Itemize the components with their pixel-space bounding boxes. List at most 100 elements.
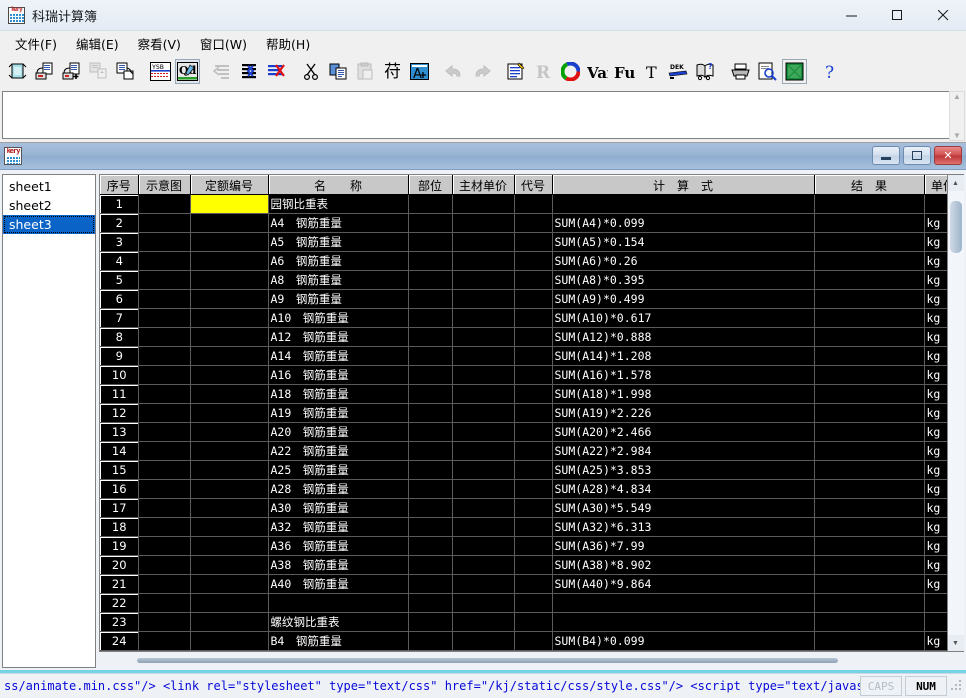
scroll-up-arrow[interactable]: ▲ [953,92,961,101]
cell-code[interactable] [190,632,268,651]
cell-sketch[interactable] [138,309,190,328]
cell-result[interactable] [814,347,924,366]
table-row[interactable]: 22 [100,594,947,613]
grid-horizontal-scrollbar[interactable] [99,654,964,668]
cell-sketch[interactable] [138,651,190,652]
cell-expression[interactable]: SUM(A25)*3.853 [552,461,814,480]
cell-part[interactable] [408,499,452,518]
cell-price[interactable] [452,233,514,252]
cell-sketch[interactable] [138,537,190,556]
cell-price[interactable] [452,461,514,480]
paste-icon[interactable] [353,59,378,84]
cell-result[interactable] [814,214,924,233]
cell-mark[interactable] [514,518,552,537]
cell-price[interactable] [452,252,514,271]
cell-price[interactable] [452,632,514,651]
row-header[interactable]: 9 [100,347,138,366]
cell-sketch[interactable] [138,214,190,233]
new-document-icon[interactable] [5,59,30,84]
minimize-button[interactable] [828,0,874,30]
cell-expression[interactable]: SUM(A38)*8.902 [552,556,814,575]
cell-name[interactable]: A10 钢筋重量 [268,309,408,328]
row-header[interactable]: 1 [100,195,138,214]
cell-unit[interactable]: kg [924,290,947,309]
table-row[interactable]: 3A5 钢筋重量SUM(A5)*0.154kg [100,233,947,252]
cell-sketch[interactable] [138,480,190,499]
cell-name[interactable]: A8 钢筋重量 [268,271,408,290]
row-header[interactable]: 16 [100,480,138,499]
cell-sketch[interactable] [138,499,190,518]
table-row[interactable]: 12A19 钢筋重量SUM(A19)*2.226kg [100,404,947,423]
cell-mark[interactable] [514,366,552,385]
cell-part[interactable] [408,480,452,499]
cell-result[interactable] [814,309,924,328]
cell-name[interactable]: A40 钢筋重量 [268,575,408,594]
cell-expression[interactable]: SUM(A20)*2.466 [552,423,814,442]
cell-expression[interactable]: SUM(A8)*0.395 [552,271,814,290]
cell-result[interactable] [814,404,924,423]
cell-expression[interactable]: SUM(A9)*0.499 [552,290,814,309]
cell-part[interactable] [408,195,452,214]
row-header[interactable]: 11 [100,385,138,404]
cell-code[interactable] [190,575,268,594]
collapse-rows-icon[interactable] [210,59,235,84]
cell-code[interactable] [190,423,268,442]
formula-editor[interactable]: ▲ ▼ [2,91,964,139]
table-row[interactable]: 25B5 钢筋重量SUM(B5)*0.154kg [100,651,947,652]
cell-expression[interactable] [552,613,814,632]
cell-result[interactable] [814,385,924,404]
cell-price[interactable] [452,347,514,366]
cell-unit[interactable]: kg [924,328,947,347]
cell-mark[interactable] [514,594,552,613]
cell-unit[interactable]: kg [924,442,947,461]
open-add-document-icon[interactable] [59,59,84,84]
cell-code[interactable] [190,537,268,556]
cell-code[interactable] [190,195,268,214]
child-close-button[interactable]: ✕ [934,146,962,165]
cell-code[interactable] [190,385,268,404]
cell-part[interactable] [408,271,452,290]
menu-item-file[interactable]: 文件(F) [6,31,67,56]
cell-expression[interactable]: SUM(A32)*6.313 [552,518,814,537]
cell-sketch[interactable] [138,461,190,480]
cell-part[interactable] [408,461,452,480]
cell-result[interactable] [814,537,924,556]
cell-result[interactable] [814,613,924,632]
cell-price[interactable] [452,328,514,347]
cell-unit[interactable] [924,613,947,632]
cell-mark[interactable] [514,613,552,632]
cell-price[interactable] [452,518,514,537]
cell-sketch[interactable] [138,632,190,651]
cell-unit[interactable]: kg [924,480,947,499]
cell-result[interactable] [814,233,924,252]
cell-mark[interactable] [514,290,552,309]
cell-result[interactable] [814,499,924,518]
cell-part[interactable] [408,575,452,594]
sheet-item-sheet2[interactable]: sheet2 [3,196,95,215]
function-icon[interactable]: Fun [612,59,637,84]
table-row[interactable]: 4A6 钢筋重量SUM(A6)*0.26kg [100,252,947,271]
cell-expression[interactable]: SUM(A40)*9.864 [552,575,814,594]
cell-name[interactable]: A16 钢筋重量 [268,366,408,385]
cell-name[interactable]: A5 钢筋重量 [268,233,408,252]
cell-sketch[interactable] [138,366,190,385]
table-row[interactable]: 16A28 钢筋重量SUM(A28)*4.834kg [100,480,947,499]
cell-part[interactable] [408,233,452,252]
cell-part[interactable] [408,518,452,537]
row-header[interactable]: 13 [100,423,138,442]
close-button[interactable] [920,0,966,30]
cell-price[interactable] [452,537,514,556]
col-header-sketch[interactable]: 示意图 [138,176,190,195]
cell-result[interactable] [814,366,924,385]
variable-icon[interactable]: Var [585,59,610,84]
cell-code[interactable] [190,518,268,537]
ysb-sheet-icon[interactable]: YSB [148,59,173,84]
col-header-code[interactable]: 定额编号 [190,176,268,195]
row-header[interactable]: 8 [100,328,138,347]
dek-icon[interactable]: DEK [666,59,691,84]
grid-hscroll-thumb[interactable] [137,658,838,663]
row-header[interactable]: 12 [100,404,138,423]
cell-result[interactable] [814,518,924,537]
cell-expression[interactable]: SUM(A14)*1.208 [552,347,814,366]
cell-result[interactable] [814,252,924,271]
